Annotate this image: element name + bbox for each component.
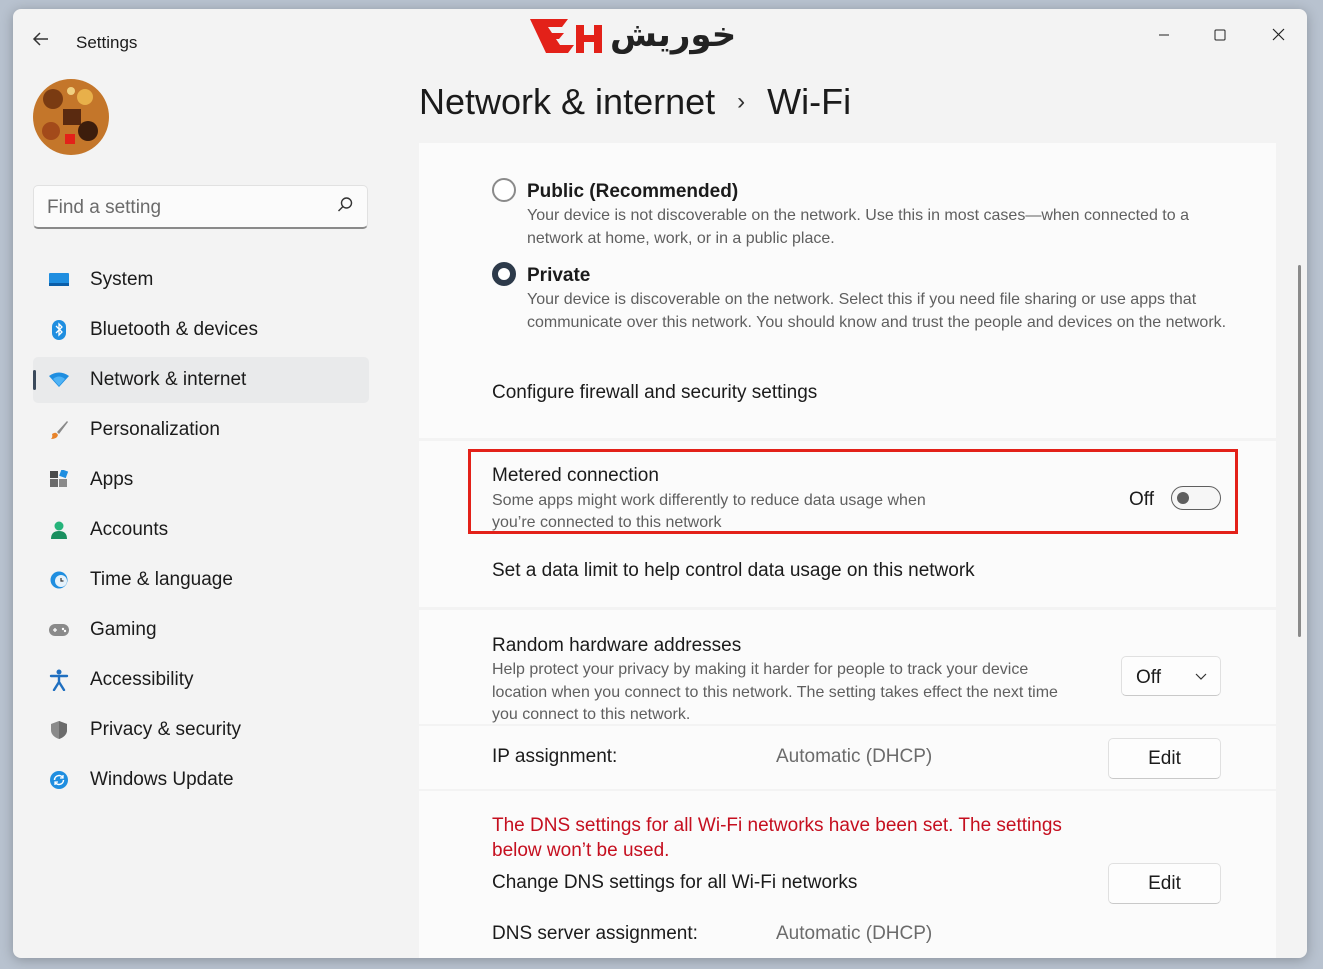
maximize-button[interactable] <box>1197 19 1243 51</box>
random-hw-title: Random hardware addresses <box>492 635 742 656</box>
settings-content: Public (Recommended) Your device is not … <box>419 143 1276 958</box>
private-desc: Your device is discoverable on the netwo… <box>527 291 1227 331</box>
dns-warning: The DNS settings for all Wi-Fi networks … <box>492 815 1062 861</box>
dns-card: The DNS settings for all Wi-Fi networks … <box>419 791 1276 958</box>
person-icon <box>48 519 70 541</box>
shield-icon <box>48 719 70 741</box>
sidebar-nav: System Bluetooth & devices Network & int… <box>33 257 369 807</box>
gamepad-icon <box>48 619 70 641</box>
sidebar-item-privacy[interactable]: Privacy & security <box>33 707 369 753</box>
sidebar-item-label: Network & internet <box>90 369 247 390</box>
sidebar-item-bluetooth[interactable]: Bluetooth & devices <box>33 307 369 353</box>
maximize-icon <box>1214 29 1226 41</box>
eh-logo-icon <box>530 19 602 53</box>
sidebar-item-apps[interactable]: Apps <box>33 457 369 503</box>
sidebar-item-time-language[interactable]: Time & language <box>33 557 369 603</box>
clock-globe-icon <box>48 569 70 591</box>
accessibility-icon <box>48 669 70 691</box>
ip-value: Automatic (DHCP) <box>776 746 933 767</box>
avatar[interactable] <box>33 79 109 155</box>
wifi-icon <box>48 369 70 391</box>
public-title: Public (Recommended) <box>527 181 739 202</box>
firewall-link[interactable]: Configure firewall and security settings <box>492 382 817 404</box>
dns-change-label: Change DNS settings for all Wi-Fi networ… <box>492 872 858 893</box>
private-radio[interactable] <box>492 262 516 286</box>
sidebar-item-label: Accessibility <box>90 669 194 690</box>
bluetooth-icon <box>48 319 70 341</box>
sidebar-item-label: System <box>90 269 154 290</box>
dns-server-label: DNS server assignment: <box>492 923 698 944</box>
sidebar-item-label: Time & language <box>90 569 233 590</box>
sidebar-item-accessibility[interactable]: Accessibility <box>33 657 369 703</box>
ip-edit-button[interactable]: Edit <box>1108 738 1221 779</box>
sidebar-item-personalization[interactable]: Personalization <box>33 407 369 453</box>
sidebar-item-network[interactable]: Network & internet <box>33 357 369 403</box>
app-title: Settings <box>76 33 138 52</box>
update-icon <box>48 769 70 791</box>
random-hw-desc: Help protect your privacy by making it h… <box>492 661 1058 723</box>
sidebar-item-label: Gaming <box>90 619 157 640</box>
sidebar-item-system[interactable]: System <box>33 257 369 303</box>
public-radio[interactable] <box>492 178 516 202</box>
sidebar-item-label: Accounts <box>90 519 169 540</box>
breadcrumb: Network & internet › Wi-Fi <box>419 81 851 123</box>
sidebar-item-label: Personalization <box>90 419 220 440</box>
search-input[interactable]: Find a setting <box>47 197 161 219</box>
scrollbar[interactable] <box>1298 265 1301 637</box>
logo-text: خوریش <box>610 15 737 55</box>
brush-icon <box>48 419 70 441</box>
close-icon <box>1272 28 1284 41</box>
public-desc: Your device is not discoverable on the n… <box>527 207 1189 247</box>
ip-label: IP assignment: <box>492 746 618 767</box>
random-hw-card: Random hardware addresses Help protect y… <box>419 610 1276 724</box>
sidebar-item-label: Apps <box>90 469 134 490</box>
sidebar-item-label: Privacy & security <box>90 719 241 740</box>
ip-card: IP assignment: Automatic (DHCP) Edit <box>419 726 1276 789</box>
sidebar-item-gaming[interactable]: Gaming <box>33 607 369 653</box>
random-hw-dropdown[interactable]: Off <box>1121 656 1221 696</box>
sidebar-item-accounts[interactable]: Accounts <box>33 507 369 553</box>
monitor-icon <box>48 269 70 291</box>
chevron-down-icon <box>1195 673 1207 680</box>
data-limit-link[interactable]: Set a data limit to help control data us… <box>492 560 975 582</box>
search-icon[interactable] <box>335 195 355 215</box>
sidebar-item-windows-update[interactable]: Windows Update <box>33 757 369 803</box>
sidebar-item-label: Windows Update <box>90 769 234 790</box>
sidebar-item-label: Bluetooth & devices <box>90 319 258 340</box>
dns-server-value: Automatic (DHCP) <box>776 923 933 944</box>
search-box[interactable]: Find a setting <box>33 185 368 229</box>
dropdown-value: Off <box>1136 667 1161 688</box>
network-profile-card: Public (Recommended) Your device is not … <box>419 143 1276 438</box>
minimize-button[interactable] <box>1141 19 1187 51</box>
breadcrumb-separator: › <box>737 88 746 115</box>
back-button[interactable] <box>31 29 55 53</box>
watermark-logo: خوریش <box>528 13 736 57</box>
breadcrumb-parent[interactable]: Network & internet <box>419 81 715 123</box>
apps-icon <box>48 469 70 491</box>
minimize-icon <box>1159 34 1169 36</box>
avatar-image <box>33 79 109 155</box>
page-title: Wi-Fi <box>767 81 852 122</box>
dns-edit-button[interactable]: Edit <box>1108 863 1221 904</box>
private-title: Private <box>527 265 591 286</box>
close-button[interactable] <box>1255 19 1301 51</box>
annotation-highlight-box <box>468 449 1238 534</box>
back-arrow-icon <box>32 32 48 46</box>
